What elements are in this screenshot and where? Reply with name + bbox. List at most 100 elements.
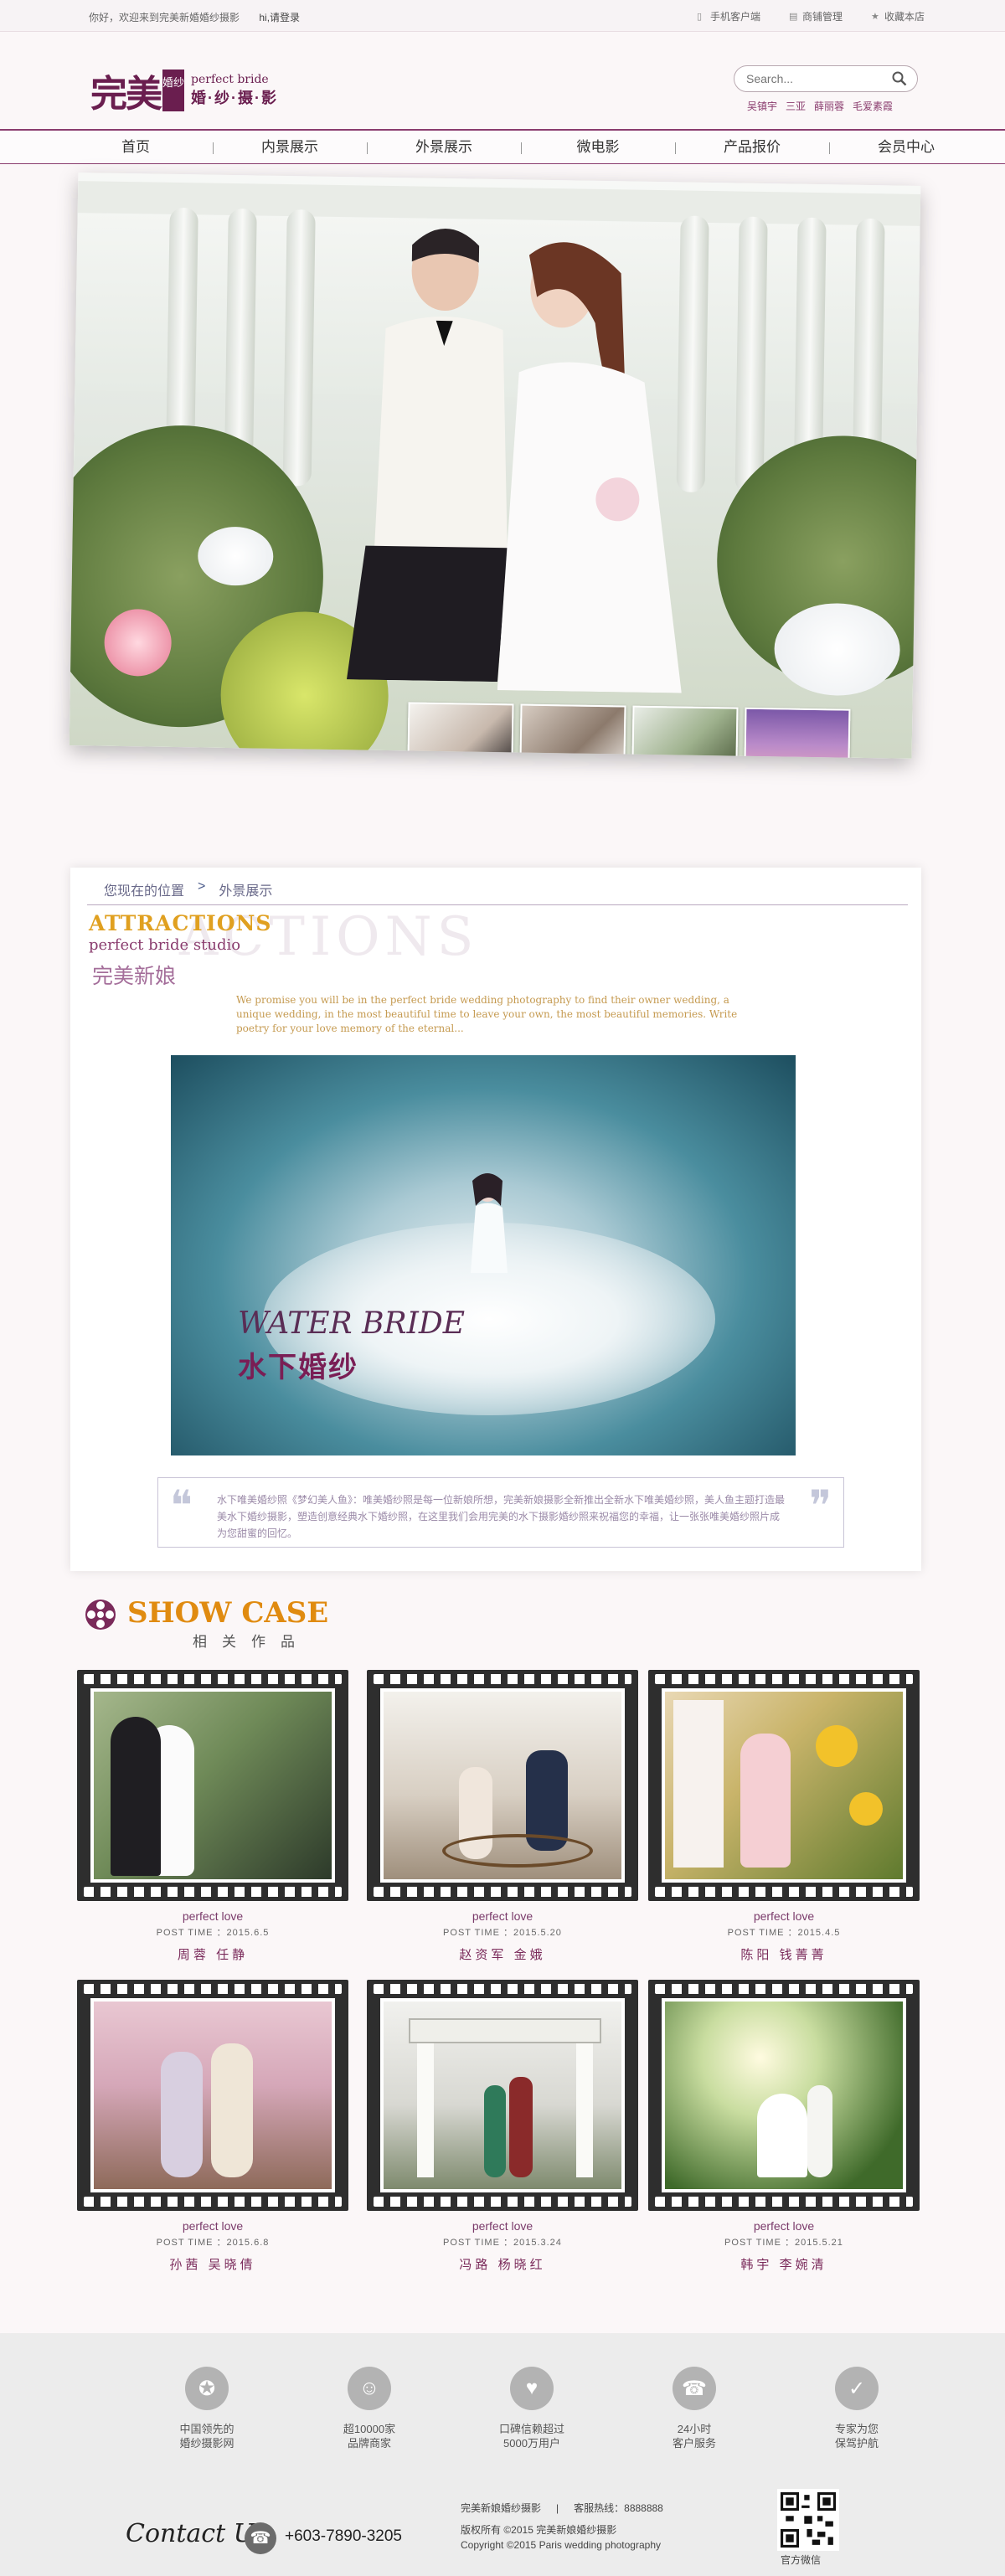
breadcrumb-label: 您现在的位置 [104, 884, 185, 899]
favorite-label: 收藏本店 [884, 11, 925, 23]
qr-label: 官方微信 [781, 2554, 822, 2566]
attractions-intro: We promise you will be in the perfect br… [236, 994, 738, 1034]
underwater-banner-english: WATER BRIDE [238, 1306, 466, 1341]
shop-manage-link[interactable]: ▤ 商铺管理 [789, 9, 843, 23]
showcase-card[interactable]: perfect love POST TIME ：2015.6.5 周蓉 任静 [77, 1670, 348, 1963]
nav-pricing[interactable]: 产品报价 [675, 131, 829, 164]
feature-line: 中国领先的 [179, 2423, 234, 2435]
showcase-card[interactable]: perfect love POST TIME ：2015.5.21 韩宇 李婉清 [648, 1980, 920, 2273]
underwater-banner-chinese: 水下婚纱 [238, 1352, 358, 1383]
showcase-card[interactable]: perfect love POST TIME ：2015.5.20 赵资军 金娥 [367, 1670, 638, 1963]
nav-indoor[interactable]: 内景展示 [213, 131, 367, 164]
logo-right: perfect bride 婚·纱·摄·影 [191, 73, 278, 108]
logo-main-text: 完美 [90, 73, 162, 116]
hero-thumbnails [407, 702, 851, 759]
medal-icon: ✪ [185, 2367, 229, 2410]
shop-manage-label: 商铺管理 [801, 11, 843, 23]
showcase-card[interactable]: perfect love POST TIME ：2015.4.5 陈阳 钱菁菁 [648, 1670, 920, 1963]
attractions-cn-title: 完美新娘 [92, 965, 177, 988]
logo-chinese: 婚·纱·摄·影 [191, 90, 278, 106]
underwater-banner-text: WATER BRIDE 水下婚纱 [238, 1306, 465, 1385]
nav-micro-film[interactable]: 微电影 [521, 131, 675, 164]
search-box [734, 65, 918, 92]
showcase-photo[interactable] [665, 2002, 903, 2189]
hot-keyword[interactable]: 三亚 [786, 99, 806, 113]
film-reel-icon [85, 1600, 116, 1630]
film-frame [77, 1980, 348, 2211]
feature-item: ♥ 口碑信赖超过 5000万用户 [489, 2367, 575, 2450]
card-names: 韩宇 李婉清 [740, 2258, 827, 2272]
feature-item: ✓ 专家为您 保驾护航 [814, 2367, 899, 2450]
footer-studio: 完美新娘婚纱摄影 [461, 2502, 542, 2514]
card-title: perfect love [753, 2219, 815, 2233]
mobile-client-label: 手机客户端 [709, 11, 760, 23]
phone-icon: ▯ [696, 11, 703, 22]
main-nav: 首页 内景展示 外景展示 微电影 产品报价 会员中心 [0, 129, 1005, 164]
mobile-client-link[interactable]: ▯ 手机客户端 [697, 9, 760, 23]
close-quote-icon: ❞ [809, 1481, 832, 1530]
showcase-photo[interactable] [94, 2002, 332, 2189]
feature-line: 品牌商家 [347, 2437, 391, 2450]
hot-keyword[interactable]: 吴镇宇 [747, 99, 777, 113]
site-logo[interactable]: 完美 婚纱 perfect bride 婚·纱·摄·影 [90, 64, 278, 117]
attractions-section: 您现在的位置 > 外景展示 ACTIONS ATTRACTIONS perfec… [70, 868, 921, 1571]
card-names: 周蓉 任静 [177, 1948, 249, 1962]
feature-line: 口碑信赖超过 [498, 2423, 564, 2435]
open-quote-icon: ❝ [170, 1481, 193, 1530]
quote-text: 水下唯美婚纱照《梦幻美人鱼》：唯美婚纱照是每一位新娘所想，完美新娘摄影全新推出全… [217, 1494, 786, 1539]
card-names: 孙茜 吴晓倩 [169, 2258, 256, 2272]
nav-home[interactable]: 首页 [59, 131, 213, 164]
login-link[interactable]: hi,请登录 [259, 12, 300, 23]
card-post-time: POST TIME ：2015.3.24 [443, 2238, 562, 2248]
showcase-photo[interactable] [384, 1692, 621, 1879]
search-input[interactable] [734, 66, 877, 91]
feature-line: 超10000家 [343, 2423, 396, 2435]
nav-member[interactable]: 会员中心 [829, 131, 983, 164]
feature-line: 客户服务 [672, 2437, 716, 2450]
card-title: perfect love [472, 2219, 533, 2233]
footer-info: 完美新娘婚纱摄影 | 客服热线：8888888 版权所有 ©2015 完美新娘婚… [461, 2501, 663, 2553]
card-post-time: POST TIME ：2015.6.5 [156, 1928, 270, 1938]
hot-keyword[interactable]: 薛丽蓉 [814, 99, 844, 113]
hero-thumbnail[interactable] [631, 705, 739, 759]
quote-box: ❝ 水下唯美婚纱照《梦幻美人鱼》：唯美婚纱照是每一位新娘所想，完美新娘摄影全新推… [157, 1477, 844, 1548]
showcase-title: SHOW CASE [127, 1596, 329, 1630]
feature-line: 24小时 [677, 2423, 712, 2435]
attractions-title: ATTRACTIONS [89, 911, 272, 935]
showcase-subtitle: 相关作品 [193, 1634, 310, 1650]
breadcrumb-current[interactable]: 外景展示 [219, 879, 272, 899]
favorite-link[interactable]: ★ 收藏本店 [871, 9, 925, 23]
hero-thumbnail[interactable] [744, 707, 851, 759]
card-post-time: POST TIME ：2015.5.21 [724, 2238, 843, 2248]
footer-rights: 版权所有 ©2015 完美新娘婚纱摄影 [461, 2524, 617, 2536]
hero-thumbnail[interactable] [407, 702, 514, 759]
breadcrumb-divider [87, 904, 908, 905]
film-frame [648, 1980, 920, 2211]
showcase-photo[interactable] [384, 2002, 621, 2189]
showcase-photo[interactable] [665, 1692, 903, 1879]
underwater-banner[interactable]: WATER BRIDE 水下婚纱 [171, 1055, 796, 1455]
bride-figure [497, 242, 682, 693]
feature-list: ✪ 中国领先的 婚纱摄影网 ☺ 超10000家 品牌商家 ♥ 口碑信赖超过 50… [164, 2367, 899, 2450]
nav-outdoor[interactable]: 外景展示 [367, 131, 521, 164]
card-names: 赵资军 金娥 [459, 1948, 546, 1962]
welcome-message: 你好，欢迎来到完美新婚婚纱摄影 [89, 12, 240, 23]
card-title: perfect love [182, 2219, 244, 2233]
hot-keywords: 吴镇宇 三亚 薛丽蓉 毛爱素霞 [747, 99, 893, 113]
feature-line: 婚纱摄影网 [179, 2437, 234, 2450]
hero-thumbnail[interactable] [519, 703, 626, 759]
feature-line: 5000万用户 [503, 2437, 560, 2450]
qr-code-icon [777, 2489, 839, 2551]
showcase-card[interactable]: perfect love POST TIME ：2015.3.24 冯路 杨晓红 [367, 1980, 638, 2273]
contact-phone[interactable]: +603-7890-3205 [285, 2527, 402, 2546]
logo-english: perfect bride [191, 73, 269, 86]
showcase-photo[interactable] [94, 1692, 332, 1879]
showcase-card[interactable]: perfect love POST TIME ：2015.6.8 孙茜 吴晓倩 [77, 1980, 348, 2273]
card-post-time: POST TIME ：2015.6.8 [156, 2238, 270, 2248]
top-links: ▯ 手机客户端 ▤ 商铺管理 ★ 收藏本店 [697, 9, 925, 23]
card-title: perfect love [753, 1909, 815, 1923]
headset-icon: ☎ [673, 2367, 716, 2410]
hot-keyword[interactable]: 毛爱素霞 [853, 99, 893, 113]
search-icon[interactable] [892, 71, 907, 86]
hero-banner[interactable] [69, 173, 921, 759]
